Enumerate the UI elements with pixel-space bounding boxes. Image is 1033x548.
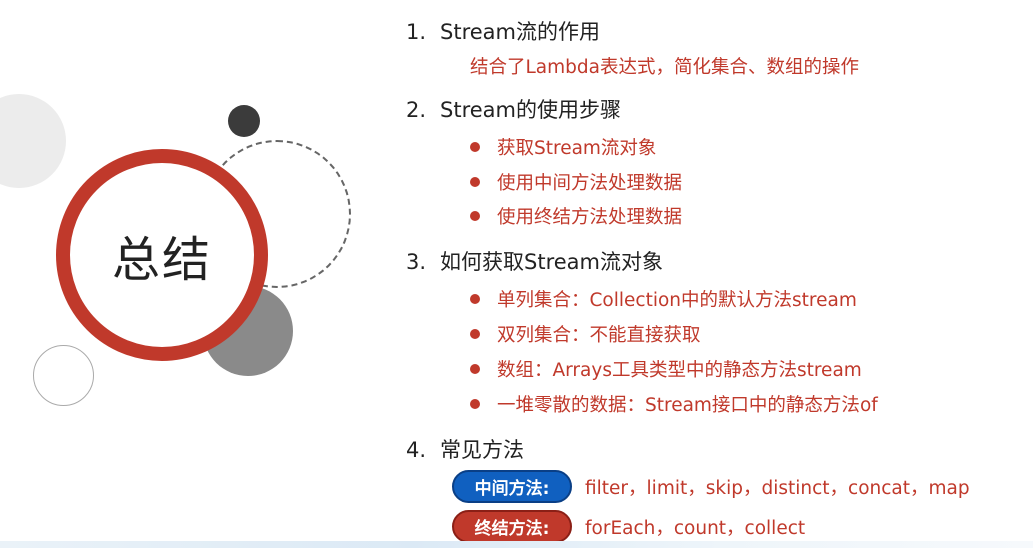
list-item: 获取Stream流对象 bbox=[470, 134, 656, 160]
section-title: Stream流的作用 bbox=[440, 20, 600, 44]
list-item-text: 数组：Arrays工具类型中的静态方法stream bbox=[497, 360, 862, 381]
list-item: 双列集合：不能直接获取 bbox=[470, 321, 701, 347]
bullet-dot-icon bbox=[470, 211, 480, 221]
section-title: 如何获取Stream流对象 bbox=[440, 250, 663, 274]
list-item-text: 双列集合：不能直接获取 bbox=[497, 325, 701, 346]
bullet-dot-icon bbox=[470, 294, 480, 304]
bottom-decor-strip bbox=[0, 541, 1033, 548]
decor-circle-dark bbox=[228, 105, 260, 137]
section-4-heading: 4. 常见方法 bbox=[406, 434, 524, 464]
title-ring: 总结 bbox=[56, 149, 268, 361]
section-title: Stream的使用步骤 bbox=[440, 98, 621, 122]
list-item-text: 使用终结方法处理数据 bbox=[497, 207, 683, 228]
section-1-heading: 1. Stream流的作用 bbox=[406, 16, 600, 46]
section-number: 2. bbox=[406, 98, 427, 122]
page-title: 总结 bbox=[111, 232, 212, 288]
intermediate-methods-list: filter，limit，skip，distinct，concat，map bbox=[585, 478, 970, 499]
bullet-dot-icon bbox=[470, 177, 480, 187]
terminal-methods-list: forEach，count，collect bbox=[585, 518, 806, 539]
decor-circle-outline bbox=[33, 345, 94, 406]
decor-circle-light bbox=[0, 94, 66, 188]
list-item: 使用终结方法处理数据 bbox=[470, 203, 682, 229]
bullet-dot-icon bbox=[470, 329, 480, 339]
section-number: 4. bbox=[406, 438, 427, 462]
section-number: 1. bbox=[406, 20, 427, 44]
section-title: 常见方法 bbox=[440, 438, 524, 462]
list-item: 数组：Arrays工具类型中的静态方法stream bbox=[470, 356, 862, 382]
intermediate-methods-badge: 中间方法: bbox=[452, 470, 572, 503]
list-item: 一堆零散的数据：Stream接口中的静态方法of bbox=[470, 391, 878, 417]
bullet-dot-icon bbox=[470, 364, 480, 374]
section-2-heading: 2. Stream的使用步骤 bbox=[406, 94, 621, 124]
section-number: 3. bbox=[406, 250, 427, 274]
list-item-text: 一堆零散的数据：Stream接口中的静态方法of bbox=[497, 395, 878, 416]
section-1-desc: 结合了Lambda表达式，简化集合、数组的操作 bbox=[470, 57, 859, 78]
list-item: 单列集合：Collection中的默认方法stream bbox=[470, 286, 857, 312]
terminal-methods-badge: 终结方法: bbox=[452, 510, 572, 543]
list-item-text: 单列集合：Collection中的默认方法stream bbox=[497, 290, 857, 311]
bullet-dot-icon bbox=[470, 399, 480, 409]
list-item-text: 使用中间方法处理数据 bbox=[497, 173, 683, 194]
list-item-text: 获取Stream流对象 bbox=[497, 138, 657, 159]
bullet-dot-icon bbox=[470, 142, 480, 152]
list-item: 使用中间方法处理数据 bbox=[470, 169, 682, 195]
section-3-heading: 3. 如何获取Stream流对象 bbox=[406, 246, 663, 276]
